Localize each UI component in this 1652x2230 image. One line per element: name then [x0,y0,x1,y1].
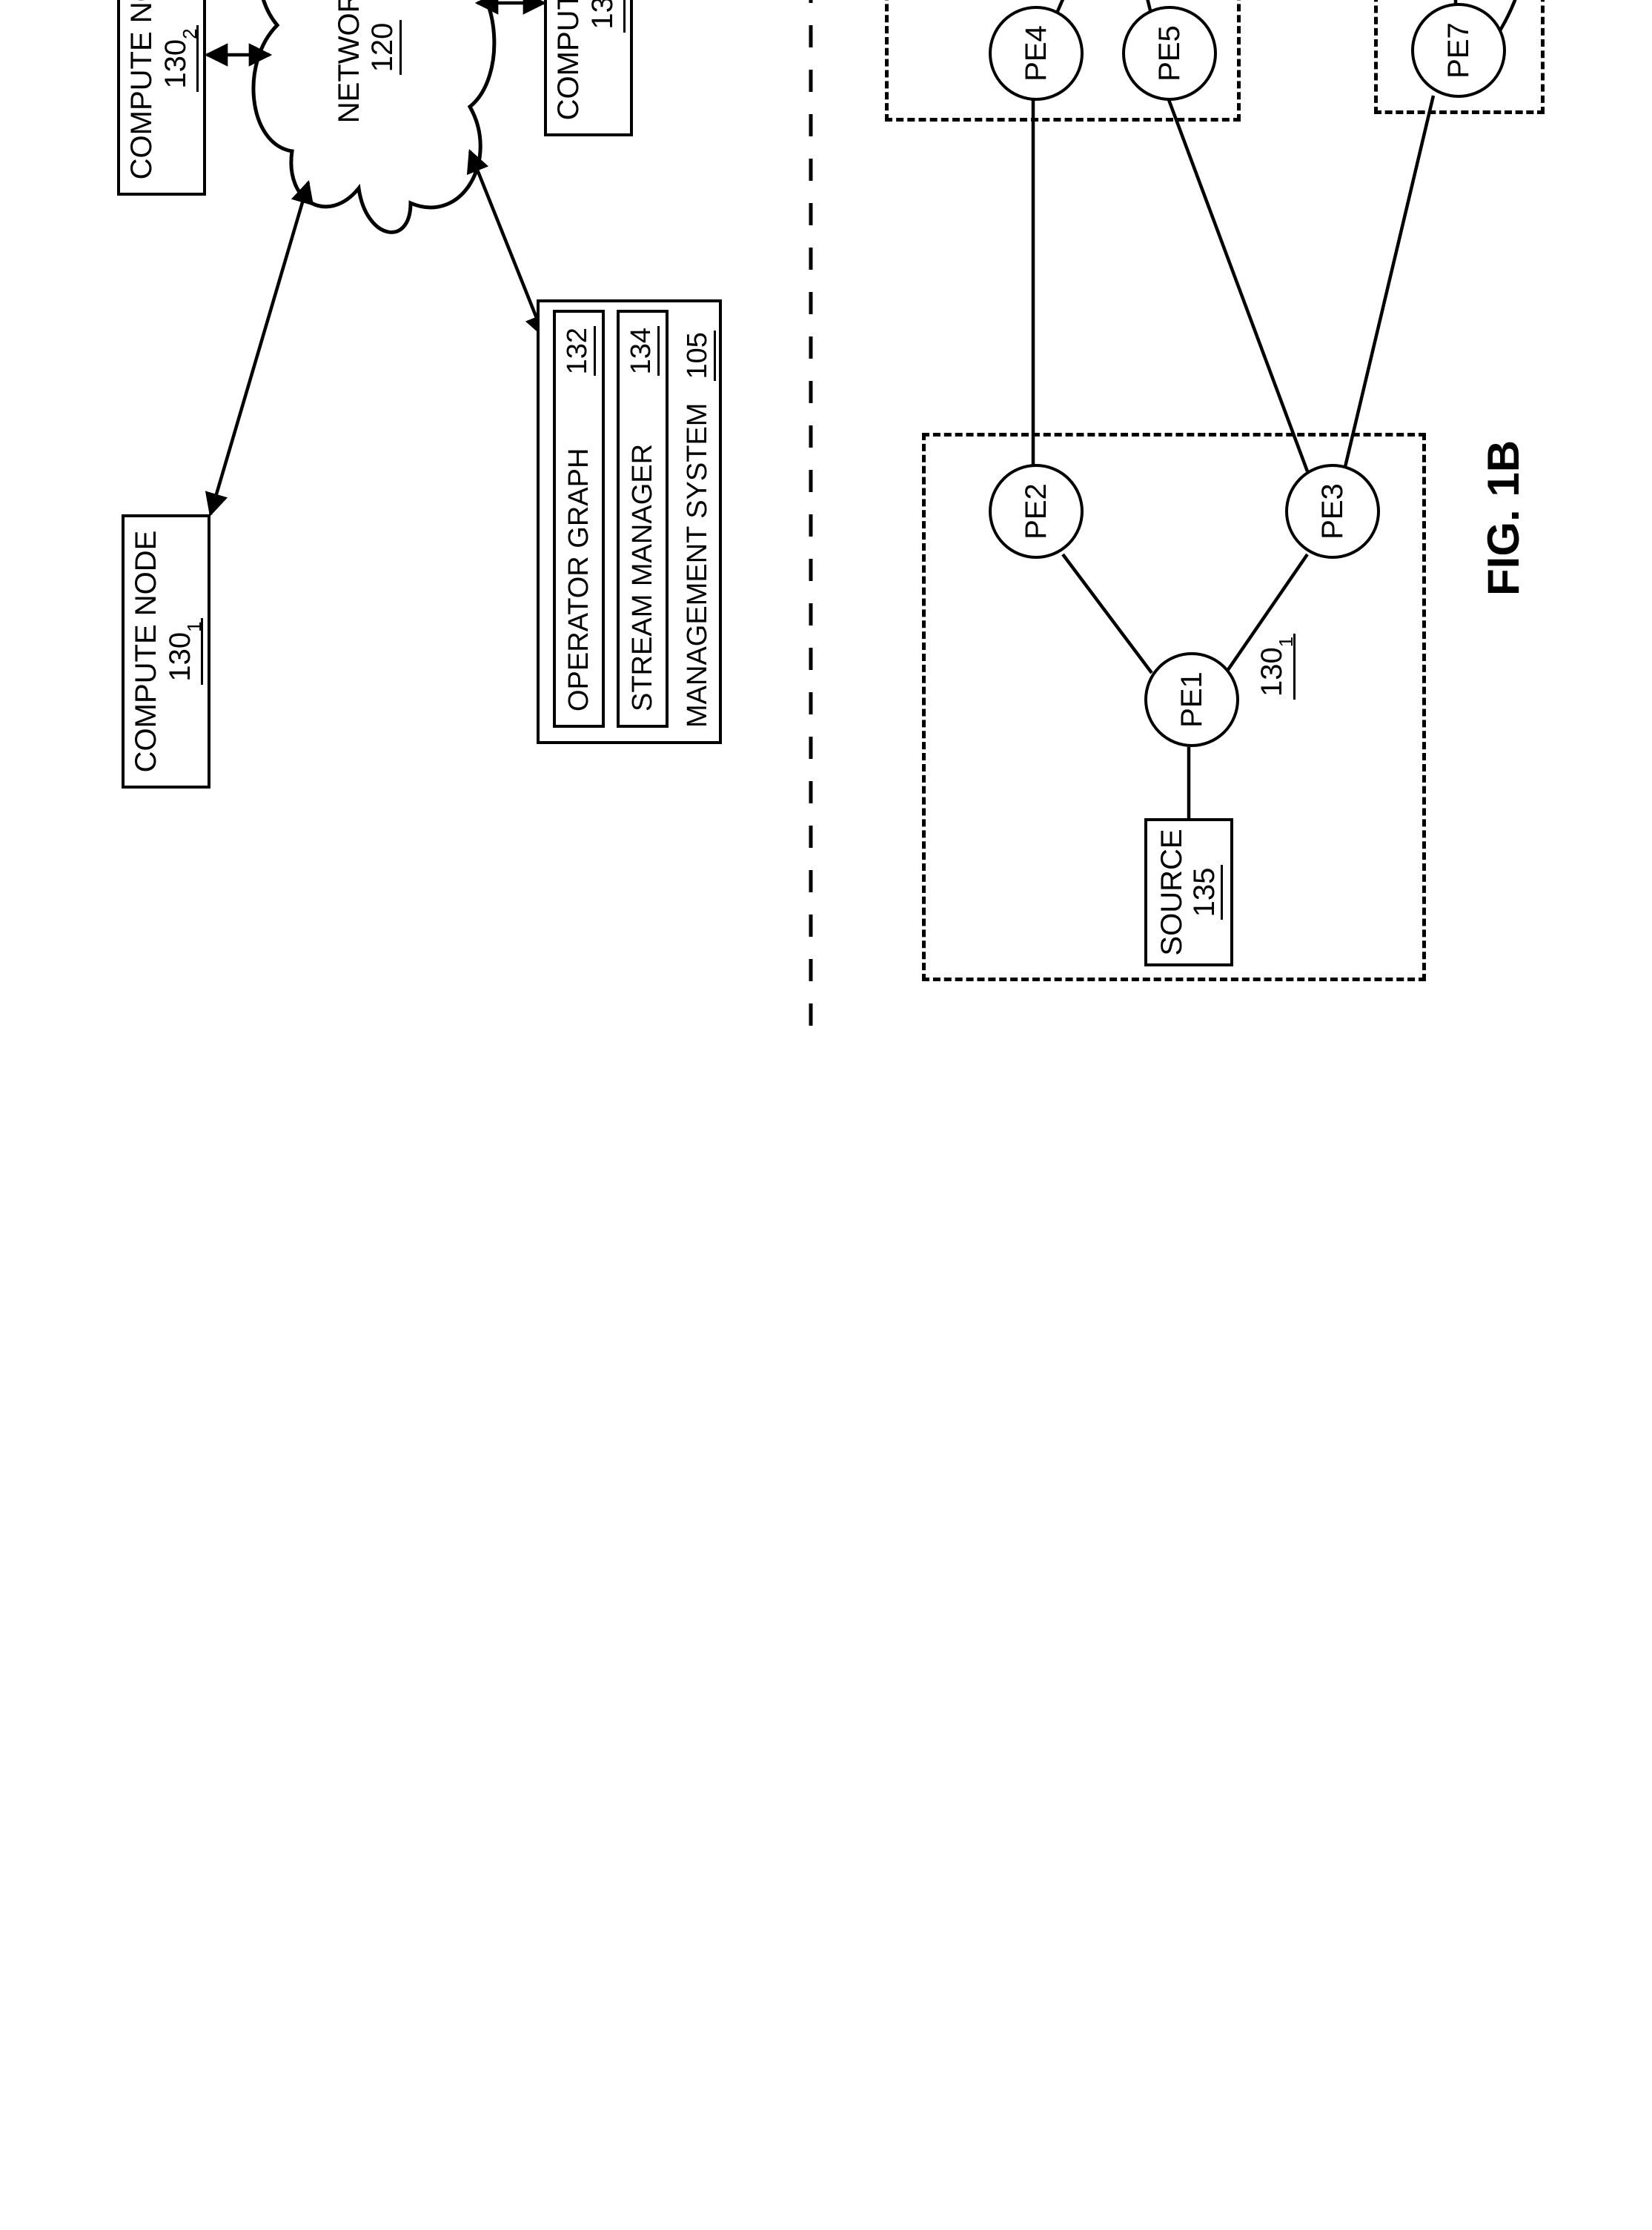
pe7-node: PE7 [1411,3,1506,98]
compute-node-3-num: 1303 [586,0,626,33]
management-system-num: 105 [682,331,716,380]
pe7-label: PE7 [1442,22,1476,79]
compute-node-1: COMPUTE NODE 1301 [122,514,210,789]
management-system-label: MANAGEMENT SYSTEM 105 [682,331,716,728]
network-num: 120 [366,20,402,76]
operator-graph-row: OPERATOR GRAPH 132 [553,310,605,728]
source-box: SOURCE 135 [1144,818,1233,966]
source-label: SOURCE [1155,829,1188,955]
pe4-label: PE4 [1020,25,1053,82]
stream-manager-label: STREAM MANAGER [627,444,659,711]
compute-node-1-label: COMPUTE NODE [129,531,163,773]
stream-manager-row: STREAM MANAGER 134 [617,310,669,728]
fig-1b-label: FIG. 1B [1478,440,1529,596]
pe5-label: PE5 [1153,25,1187,82]
pe1-label: PE1 [1175,671,1209,728]
network-label-text: NETWORK [333,0,366,151]
compute-node-1-num: 1301 [163,618,204,684]
operator-graph-num: 132 [562,326,596,376]
compute-node-2-label: COMPUTE NODE [125,0,159,179]
compute-node-2: COMPUTE NODE 1302 [117,0,206,196]
pe2-label: PE2 [1020,483,1053,540]
operator-graph-label: OPERATOR GRAPH [563,448,595,711]
pe1-node: PE1 [1144,652,1239,747]
network-label: NETWORK 120 [333,0,402,151]
compute-node-3-label: COMPUTE NODE [551,0,586,120]
group-label-1: 1301 [1255,634,1296,700]
pe3-node: PE3 [1285,464,1380,559]
pe3-label: PE3 [1316,483,1350,540]
pe5-node: PE5 [1122,6,1217,101]
pe4-node: PE4 [989,6,1084,101]
source-num: 135 [1188,865,1223,920]
management-system-box: OPERATOR GRAPH 132 STREAM MANAGER 134 MA… [537,299,722,744]
management-system-label-text: MANAGEMENT SYSTEM [682,403,714,728]
compute-node-3: COMPUTE NODE 1303 [544,0,633,136]
compute-node-2-num: 1302 [159,25,199,91]
pe2-node: PE2 [989,464,1084,559]
stream-manager-num: 134 [626,326,660,376]
